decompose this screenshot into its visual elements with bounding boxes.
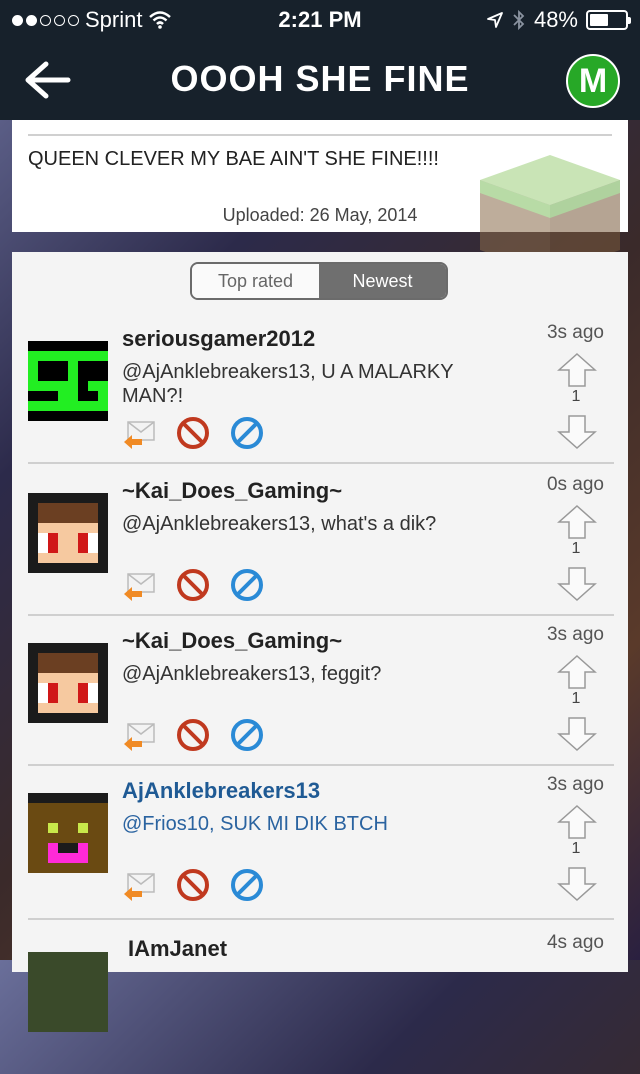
comment-time: 3s ago — [546, 322, 604, 343]
tab-newest[interactable]: Newest — [319, 264, 446, 298]
report-icon[interactable] — [176, 718, 210, 752]
vote-score: 1 — [571, 388, 581, 405]
block-icon[interactable] — [230, 416, 264, 450]
comment-item: ~Kai_Does_Gaming~ @AjAnklebreakers13, wh… — [12, 466, 628, 616]
report-icon[interactable] — [176, 568, 210, 602]
reply-mail-icon[interactable] — [122, 568, 156, 602]
comment-item: ~Kai_Does_Gaming~ @AjAnklebreakers13, fe… — [12, 616, 628, 766]
block-icon[interactable] — [230, 868, 264, 902]
nav-bar: OOOH SHE FINE M — [0, 40, 640, 120]
comment-actions — [122, 568, 264, 602]
reply-mail-icon[interactable] — [122, 718, 156, 752]
divider — [28, 134, 612, 136]
sort-segmented-control[interactable]: Top rated Newest — [190, 262, 448, 300]
downvote-arrow-icon[interactable] — [556, 866, 598, 902]
avatar — [28, 493, 108, 573]
comment-text: @Frios10, SUK MI DIK BTCH — [122, 813, 388, 835]
upvote-arrow-icon[interactable] — [556, 804, 598, 840]
tab-top-rated[interactable]: Top rated — [192, 264, 319, 298]
comment-time: 0s ago — [546, 474, 604, 495]
status-right: 48% — [486, 7, 631, 33]
downvote-arrow-icon[interactable] — [556, 716, 598, 752]
comment-item: AjAnklebreakers13 @Frios10, SUK MI DIK B… — [12, 766, 628, 920]
downvote-arrow-icon[interactable] — [556, 566, 598, 602]
profile-badge-button[interactable]: M — [566, 54, 620, 108]
avatar — [28, 341, 108, 421]
comment-username[interactable]: IAmJanet — [128, 936, 227, 962]
comment-username[interactable]: AjAnklebreakers13 — [122, 778, 320, 804]
comment-text: @AjAnklebreakers13, U A MALARKY MAN?! — [122, 361, 454, 407]
upvote-arrow-icon[interactable] — [556, 352, 598, 388]
status-bar: Sprint 2:21 PM 48% — [0, 0, 640, 40]
comment-time: 4s ago — [546, 932, 604, 953]
comment-text: @AjAnklebreakers13, what's a dik? — [122, 513, 437, 535]
battery-icon — [586, 10, 631, 30]
page-title: OOOH SHE FINE — [170, 58, 470, 99]
downvote-arrow-icon[interactable] — [556, 414, 598, 450]
upvote-arrow-icon[interactable] — [556, 654, 598, 690]
report-icon[interactable] — [176, 868, 210, 902]
divider — [28, 918, 614, 920]
avatar — [28, 793, 108, 873]
location-arrow-icon — [487, 12, 503, 28]
comment-time: 3s ago — [546, 624, 604, 645]
post-description: QUEEN CLEVER MY BAE AIN'T SHE FINE!!!! — [28, 148, 439, 170]
comment-actions — [122, 718, 264, 752]
bluetooth-icon — [513, 9, 525, 31]
vote-score: 1 — [571, 540, 581, 557]
comment-actions — [122, 868, 264, 902]
block-icon[interactable] — [230, 718, 264, 752]
report-icon[interactable] — [176, 416, 210, 450]
upvote-arrow-icon[interactable] — [556, 504, 598, 540]
battery-percent: 48% — [533, 7, 578, 32]
block-icon[interactable] — [230, 568, 264, 602]
comment-username[interactable]: ~Kai_Does_Gaming~ — [122, 478, 342, 504]
comment-username[interactable]: ~Kai_Does_Gaming~ — [122, 628, 342, 654]
comment-item: seriousgamer2012 @AjAnklebreakers13, U A… — [12, 314, 628, 464]
reply-mail-icon[interactable] — [122, 868, 156, 902]
vote-score: 1 — [571, 840, 581, 857]
comment-text: @AjAnklebreakers13, feggit? — [122, 663, 382, 685]
comment-time: 3s ago — [546, 774, 604, 795]
avatar — [28, 952, 108, 1032]
reply-mail-icon[interactable] — [122, 416, 156, 450]
divider — [28, 462, 614, 464]
comment-item: IAmJanet 4s ago — [12, 924, 628, 1074]
comment-username[interactable]: seriousgamer2012 — [122, 326, 315, 352]
vote-score: 1 — [571, 690, 581, 707]
avatar — [28, 643, 108, 723]
comments-panel: Top rated Newest seriousgamer2012 @AjAnk… — [12, 252, 628, 1032]
comment-actions — [122, 416, 264, 450]
